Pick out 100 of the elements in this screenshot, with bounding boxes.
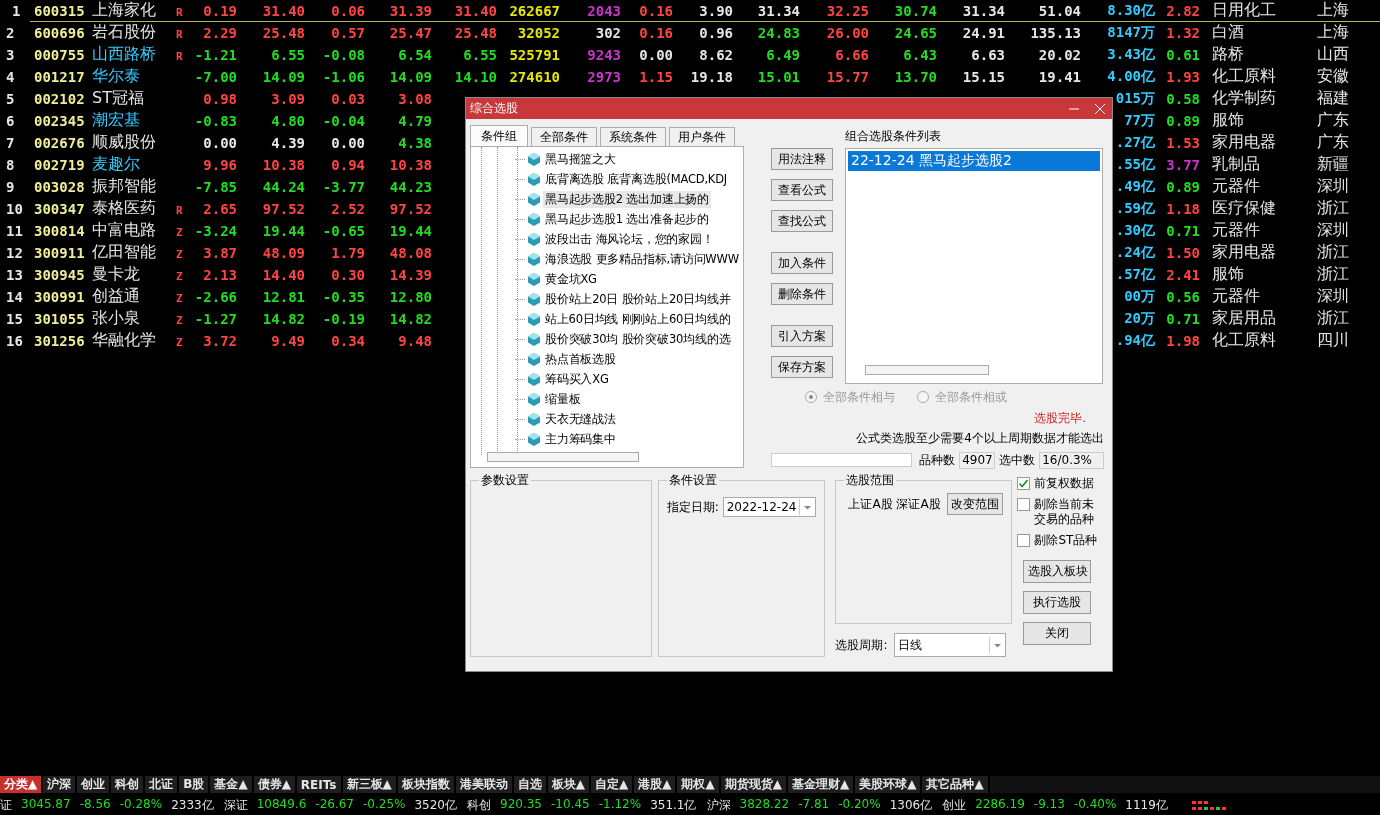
table-cell-text: 2043 [586,2,621,19]
stock-code: 600315 [34,2,86,19]
table-cell-text: 3.08 [397,90,432,107]
tree-item[interactable]: 缩量板 [543,390,583,408]
change-range-button[interactable]: 改变范围 [946,493,1003,515]
tree-item[interactable]: 主力筹码集中 [543,430,618,448]
row-number: 10 [5,200,24,217]
tree-item[interactable]: 黑马起步选股2 选出加速上扬的 [543,190,711,208]
tree-item[interactable]: 海浪选股 更多精品指标,请访问WWW [543,250,741,268]
table-cell-text: 新疆 [1316,154,1350,175]
row-number: 1 [11,2,22,19]
category-tab[interactable]: 沪深 [43,776,78,793]
table-cell-text: 1.53 [1165,134,1200,151]
tree-item[interactable]: 黑马摇篮之大 [543,150,618,168]
checkbox[interactable] [1017,498,1031,511]
table-cell-text: 6.55 [462,46,497,63]
table-row[interactable]: 4 001217 华尔泰 -7.00 14.09 -1.06 14.09 14.10 274610 2973 1.15 19.18 15.01 15.77 13.70 15.15 19.41 4.00亿 1.93 化工原料 安徽 [0,66,1380,88]
tree-item[interactable]: 底背离选股 底背离选股(MACD,KDJ [543,170,730,188]
table-cell-text: 24.91 [961,24,1005,41]
category-tab[interactable]: 期货现货▲ [720,776,788,793]
table-cell-text: 2973 [586,68,621,85]
stock-code: 301256 [34,332,86,349]
index-name: 深证 [223,797,248,814]
dialog-button[interactable]: 执行选股 [1023,591,1092,614]
action-button[interactable]: 引入方案 [771,325,833,347]
tree-item[interactable]: 波段出击 海风论坛，您的家园！ [543,230,716,248]
table-cell-text: 4.00亿 [1106,67,1155,86]
table-cell-text: -0.04 [321,112,365,129]
close-icon[interactable] [1094,102,1106,115]
category-tab[interactable]: 基金理财▲ [787,776,856,793]
list-item[interactable]: 22-12-24 黑马起步选股2 [848,151,1100,171]
dialog-button[interactable]: 选股入板块 [1023,560,1092,583]
table-cell-text: 0.06 [330,2,365,19]
category-tab[interactable]: 期权▲ [677,776,721,793]
action-button[interactable]: 保存方案 [771,356,833,378]
checkbox[interactable] [1017,534,1031,547]
stock-code: 600696 [34,24,86,41]
category-tab[interactable]: 科创 [111,776,146,793]
stock-code: 000755 [34,46,86,63]
category-tab[interactable]: 分类▲ [0,776,44,793]
stock-name: 张小泉 [92,308,141,329]
table-row[interactable]: 2 600696 岩石股份 R 2.29 25.48 0.57 25.47 25.48 32052 302 0.16 0.96 24.83 26.00 24.65 24.91 135.13 8147万 1.32 白酒 上海 [0,22,1380,44]
category-tab[interactable]: 创业 [77,776,112,793]
tab[interactable]: 用户条件 [669,127,735,146]
category-tab[interactable]: B股 [179,776,211,793]
category-tab[interactable]: 自选 [513,776,548,793]
category-tab[interactable]: 基金▲ [210,776,254,793]
table-cell-text: 元器件 [1211,286,1261,307]
table-cell-text: 31.40 [261,2,305,19]
diamond-icon [528,292,540,306]
tab[interactable]: 条件组 [470,125,528,146]
category-tab[interactable]: 其它品种▲ [922,776,990,793]
tree-item[interactable]: 黑马起步选股1 选出准备起步的 [543,210,711,228]
table-cell-text: -3.24 [193,222,237,239]
category-tab[interactable]: REITs [296,776,343,793]
tree-item[interactable]: 黄金坑XG [543,270,599,288]
table-cell-text: 24.83 [756,24,800,41]
tab[interactable]: 全部条件 [531,127,597,146]
scrollbar[interactable] [487,452,639,462]
category-tab[interactable]: 板块▲ [547,776,591,793]
checkbox[interactable] [1017,477,1031,490]
tree-item[interactable]: 站上60日均线 刚刚站上60日均线的 [543,310,733,328]
tree-item[interactable]: 热点首板选股 [543,350,618,368]
tree-item[interactable]: 股价站上20日 股价站上20日均线并 [543,290,733,308]
scrollbar[interactable] [865,365,989,375]
action-button[interactable]: 查看公式 [771,179,833,201]
table-row[interactable]: 3 000755 山西路桥 R -1.21 6.55 -0.08 6.54 6.55 525791 9243 0.00 8.62 6.49 6.66 6.43 6.63 20.02 3.43亿 0.61 路桥 山西 [0,44,1380,66]
category-tab[interactable]: 港股▲ [634,776,678,793]
flag-letter: R [175,204,184,217]
table-cell-text: 51.04 [1037,2,1081,19]
date-field[interactable]: 2022-12-24 [722,497,817,517]
category-tab[interactable]: 板块指数 [397,776,456,793]
tree-item[interactable]: 天衣无缝战法 [543,410,618,428]
category-tab[interactable]: 港美联动 [455,776,514,793]
table-cell-text: 1.98 [1165,332,1200,349]
index-change: -7.81 [798,797,830,813]
category-tab[interactable]: 新三板▲ [342,776,398,793]
table-cell-text: 4.79 [397,112,432,129]
action-button[interactable]: 用法注释 [771,148,833,170]
period-dropdown[interactable]: 日线 [893,633,1006,657]
action-button[interactable]: 删除条件 [771,283,833,305]
table-cell-text: 14.82 [388,310,432,327]
action-button[interactable]: 查找公式 [771,210,833,232]
table-cell-text: 化工原料 [1211,330,1277,351]
tree-item[interactable]: 股价突破30均 股价突破30均线的选 [543,330,733,348]
index-amount: 351.1亿 [650,797,697,814]
category-tab[interactable]: 美股环球▲ [855,776,923,793]
index-amount: 1119亿 [1125,797,1168,814]
tree-item[interactable]: 筹码买入XG [543,370,611,388]
tab[interactable]: 系统条件 [600,127,666,146]
table-cell-text: 家用电器 [1211,242,1277,263]
table-cell-text: 0.30 [330,266,365,283]
action-button[interactable]: 加入条件 [771,252,833,274]
category-tab[interactable]: 北证 [145,776,180,793]
table-cell-text: 0.00 [330,134,365,151]
dialog-button[interactable]: 关闭 [1023,622,1092,645]
table-cell-text: 10.38 [388,156,432,173]
category-tab[interactable]: 债券▲ [253,776,297,793]
category-tab[interactable]: 自定▲ [590,776,635,793]
flag-letter: Z [175,314,184,327]
